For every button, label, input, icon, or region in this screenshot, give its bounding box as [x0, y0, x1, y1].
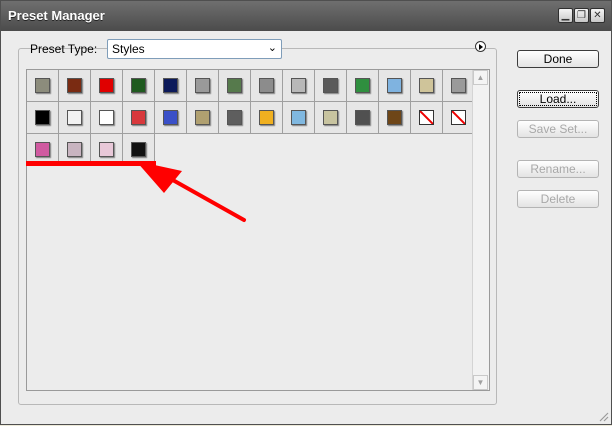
no-style-icon	[451, 110, 466, 125]
style-preset-cell[interactable]	[27, 70, 59, 102]
preset-list[interactable]: ▲ ▼	[26, 69, 490, 391]
chevron-down-icon[interactable]: ⌄	[268, 41, 277, 54]
style-preset-cell[interactable]	[59, 102, 91, 134]
style-preset-cell[interactable]	[315, 70, 347, 102]
restore-icon[interactable]: ❐	[574, 8, 589, 23]
style-preset-cell[interactable]	[219, 102, 251, 134]
pink-ring-style-icon	[99, 142, 114, 157]
dark-gray-style-icon	[323, 78, 338, 93]
style-preset-cell[interactable]	[123, 70, 155, 102]
moss-style-icon	[227, 78, 242, 93]
light-blue-style-icon	[291, 110, 306, 125]
blue-style-icon	[163, 110, 178, 125]
black-symbol-style-icon	[131, 142, 146, 157]
close-icon[interactable]: ✕	[590, 8, 605, 23]
title-bar[interactable]: Preset Manager ▁ ❐ ✕	[1, 1, 611, 31]
style-preset-cell[interactable]	[59, 70, 91, 102]
style-preset-cell[interactable]	[411, 70, 443, 102]
gold-style-icon	[259, 110, 274, 125]
style-preset-cell[interactable]	[251, 70, 283, 102]
style-preset-cell[interactable]	[59, 134, 91, 166]
style-preset-cell[interactable]	[123, 102, 155, 134]
resize-grip-icon[interactable]	[597, 410, 609, 422]
preset-type-value: Styles	[112, 42, 145, 56]
style-preset-cell[interactable]	[123, 134, 155, 166]
style-preset-cell[interactable]	[347, 70, 379, 102]
slate-style-icon	[227, 110, 242, 125]
sand-style-icon	[419, 78, 434, 93]
wood-style-icon	[387, 110, 402, 125]
no-style-icon	[419, 110, 434, 125]
style-preset-cell[interactable]	[91, 102, 123, 134]
parchment-style-icon	[323, 110, 338, 125]
load-button[interactable]: Load...	[517, 90, 599, 108]
style-preset-cell[interactable]	[27, 102, 59, 134]
done-button[interactable]: Done	[517, 50, 599, 68]
scroll-down-icon[interactable]: ▼	[473, 375, 488, 390]
scroll-up-icon[interactable]: ▲	[473, 70, 488, 85]
black-style-icon	[35, 110, 50, 125]
minimize-icon[interactable]: ▁	[558, 8, 573, 23]
style-preset-cell[interactable]	[283, 102, 315, 134]
delete-button[interactable]: Delete	[517, 190, 599, 208]
style-preset-cell[interactable]	[251, 102, 283, 134]
green-style-icon	[131, 78, 146, 93]
style-preset-cell[interactable]	[155, 70, 187, 102]
preset-manager-window: Preset Manager ▁ ❐ ✕ Preset Type: Styles…	[0, 0, 612, 425]
rename-button[interactable]: Rename...	[517, 160, 599, 178]
gray-style-icon	[259, 78, 274, 93]
pink-style-icon	[35, 142, 50, 157]
style-preset-cell[interactable]	[379, 102, 411, 134]
style-preset-cell[interactable]	[219, 70, 251, 102]
style-preset-cell[interactable]	[187, 70, 219, 102]
preset-type-select[interactable]: Styles ⌄	[107, 39, 282, 59]
swatch-grid	[27, 70, 475, 166]
green-glass-style-icon	[355, 78, 370, 93]
preset-type-label: Preset Type:	[30, 42, 98, 56]
stone-style-icon	[35, 78, 50, 93]
texture-style-icon	[195, 78, 210, 93]
style-preset-cell[interactable]	[27, 134, 59, 166]
burlap-style-icon	[195, 110, 210, 125]
style-preset-cell[interactable]	[187, 102, 219, 134]
blue-glass-style-icon	[387, 78, 402, 93]
style-preset-cell[interactable]	[379, 70, 411, 102]
red-style-icon	[99, 78, 114, 93]
style-preset-cell[interactable]	[411, 102, 443, 134]
style-preset-cell[interactable]	[315, 102, 347, 134]
checker-style-icon	[355, 110, 370, 125]
pink-mauve-style-icon	[67, 142, 82, 157]
panel-menu-icon[interactable]	[475, 41, 486, 52]
crackle-style-icon	[67, 110, 82, 125]
barcode-style-icon	[291, 78, 306, 93]
window-title: Preset Manager	[8, 8, 105, 23]
brick-style-icon	[67, 78, 82, 93]
style-preset-cell[interactable]	[91, 70, 123, 102]
save-set-button[interactable]: Save Set...	[517, 120, 599, 138]
navy-style-icon	[163, 78, 178, 93]
style-preset-cell[interactable]	[347, 102, 379, 134]
style-preset-cell[interactable]	[155, 102, 187, 134]
bevel-style-icon	[451, 78, 466, 93]
vertical-scrollbar[interactable]: ▲ ▼	[472, 70, 489, 390]
white-style-icon	[99, 110, 114, 125]
style-preset-cell[interactable]	[443, 70, 475, 102]
style-preset-cell[interactable]	[443, 102, 475, 134]
dialog-body: Preset Type: Styles ⌄ ▲ ▼ Done Load... S…	[1, 31, 611, 424]
style-preset-cell[interactable]	[283, 70, 315, 102]
style-preset-cell[interactable]	[91, 134, 123, 166]
red-texture-style-icon	[131, 110, 146, 125]
